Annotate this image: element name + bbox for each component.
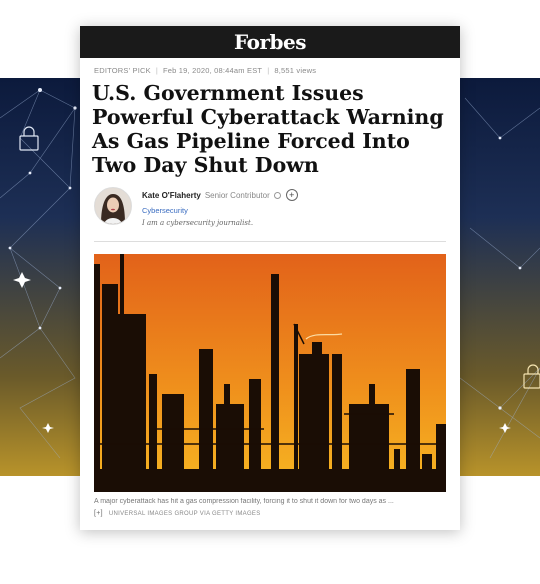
avatar[interactable]	[94, 187, 132, 225]
editors-pick-tag[interactable]: EDITORS' PICK	[94, 66, 151, 75]
masthead: Forbes	[80, 26, 460, 58]
publish-date: Feb 19, 2020, 08:44am EST	[162, 66, 263, 75]
lock-icon	[19, 126, 39, 151]
meta-separator: |	[267, 66, 270, 75]
article-card: Forbes EDITORS' PICK | Feb 19, 2020, 08:44…	[80, 26, 460, 530]
lock-icon	[523, 364, 540, 389]
author-name[interactable]: Kate O'Flaherty	[142, 191, 201, 200]
meta-separator: |	[155, 66, 158, 75]
divider	[94, 241, 446, 242]
author-bio: I am a cybersecurity journalist.	[142, 219, 254, 227]
expand-caption-button[interactable]: [+]	[94, 510, 103, 517]
hero-image[interactable]	[94, 254, 446, 492]
refinery-silhouette-image	[94, 254, 446, 492]
article-headline: U.S. Government Issues Powerful Cyberatt…	[92, 81, 444, 177]
forbes-logo[interactable]: Forbes	[234, 30, 306, 54]
image-credit-row: [+] UNIVERSAL IMAGES GROUP VIA GETTY IMA…	[94, 510, 446, 517]
view-count: 8,551 views	[274, 66, 317, 75]
author-topic-link[interactable]: Cybersecurity	[142, 206, 298, 215]
follow-plus-icon[interactable]: +	[285, 189, 298, 201]
article-meta: EDITORS' PICK | Feb 19, 2020, 08:44am EST |…	[94, 66, 446, 75]
author-role: Senior Contributor	[204, 190, 270, 200]
info-icon[interactable]	[273, 191, 281, 199]
image-caption: A major cyberattack has hit a gas compre…	[94, 498, 394, 505]
author-block: Kate O'Flaherty Senior Contributor + Cyb…	[94, 187, 446, 235]
author-info: Kate O'Flaherty Senior Contributor + Cyb…	[142, 189, 298, 227]
image-credit: UNIVERSAL IMAGES GROUP VIA GETTY IMAGES	[108, 510, 261, 517]
